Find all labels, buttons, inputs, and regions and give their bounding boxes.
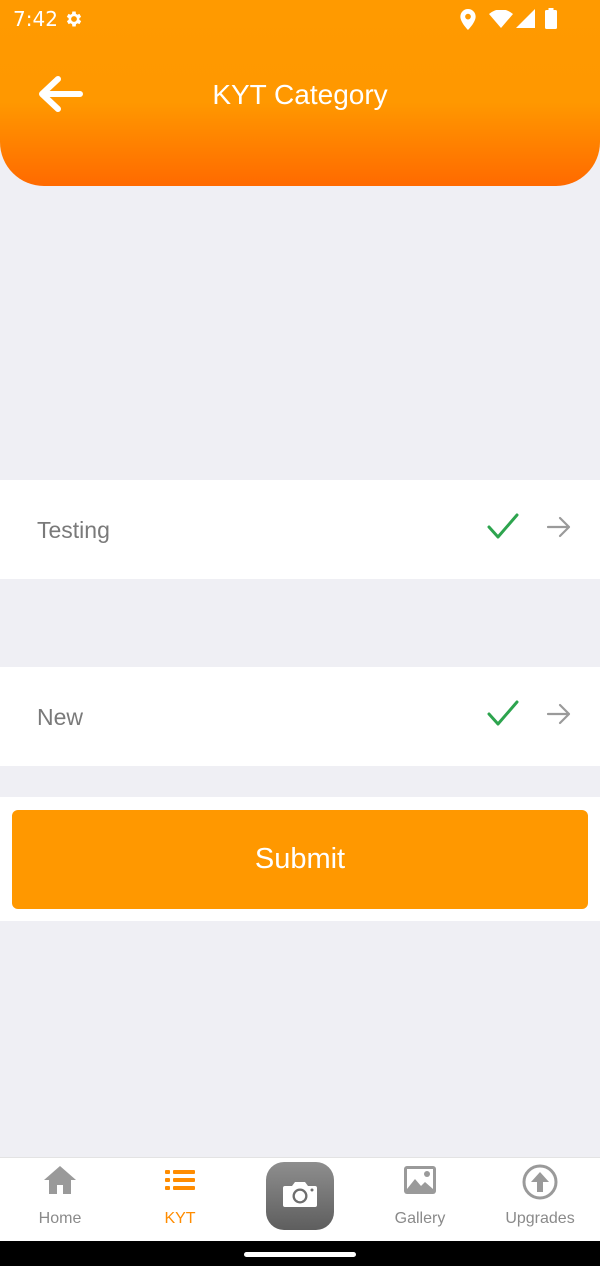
tab-label: Gallery [394,1210,446,1227]
page-title: KYT Category [212,79,388,110]
upgrade-icon [480,1164,600,1200]
category-row-new[interactable]: New [0,667,600,766]
category-row-testing[interactable]: Testing [0,480,600,579]
submit-button[interactable]: Submit [12,810,588,909]
arrow-right-icon[interactable] [546,516,572,543]
camera-icon [281,1179,319,1214]
tab-home[interactable]: Home [0,1158,120,1242]
tab-kyt[interactable]: KYT [120,1158,240,1242]
battery-icon [545,8,557,29]
status-bar: 7:42 [0,0,600,38]
gear-icon [64,9,84,29]
category-label: New [37,704,84,730]
category-label: Testing [37,517,110,543]
arrow-right-icon[interactable] [546,703,572,730]
tab-gallery[interactable]: Gallery [360,1158,480,1242]
wifi-icon [489,10,513,28]
tab-label: Upgrades [505,1210,575,1227]
home-indicator[interactable] [244,1252,356,1257]
location-icon [459,9,477,30]
signal-icon [516,9,535,28]
submit-container: Submit [0,797,600,921]
bottom-tab-bar: Home KYT Gallery Upgrades [0,1157,600,1241]
status-time: 7:42 [13,7,58,31]
check-icon [486,512,520,547]
tab-label: Home [38,1210,82,1227]
tab-label: KYT [164,1210,196,1227]
home-icon [0,1164,120,1196]
image-icon [360,1164,480,1196]
tab-upgrades[interactable]: Upgrades [480,1158,600,1242]
check-icon [486,699,520,734]
app-header: 7:42 KYT Category [0,0,600,186]
list-icon [120,1164,240,1196]
camera-button[interactable] [266,1162,334,1230]
system-nav-bar [0,1241,600,1266]
